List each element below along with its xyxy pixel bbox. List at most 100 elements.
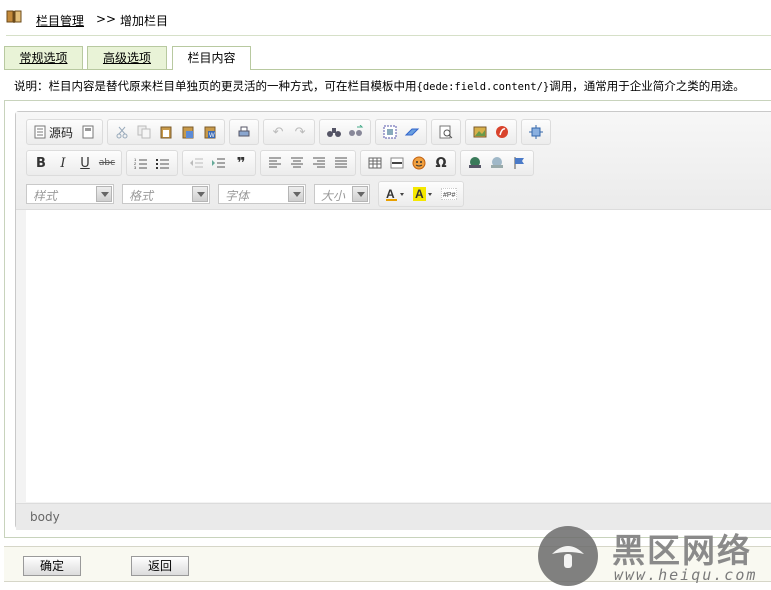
toolbar-group-lists: 123 xyxy=(126,150,178,176)
preview-icon[interactable] xyxy=(435,122,457,142)
tab-category-content[interactable]: 栏目内容 xyxy=(172,46,251,70)
horizontal-rule-icon[interactable] xyxy=(386,153,408,173)
bold-icon[interactable]: B xyxy=(30,153,52,173)
source-icon xyxy=(34,125,46,139)
align-justify-icon[interactable] xyxy=(330,153,352,173)
toolbar-group-colors: A A #P# xyxy=(378,181,464,207)
format-select[interactable]: 格式 xyxy=(122,184,210,204)
align-center-icon[interactable] xyxy=(286,153,308,173)
toolbar-group-align xyxy=(260,150,356,176)
toolbar-group-preview xyxy=(431,119,462,145)
source-button-label: 源码 xyxy=(49,125,74,140)
toolbar-group-insert: Ω xyxy=(360,150,456,176)
align-left-icon[interactable] xyxy=(264,153,286,173)
toolbar-group-clipboard: W xyxy=(107,119,226,145)
remove-format-icon[interactable] xyxy=(401,122,423,142)
ok-button[interactable]: 确定 xyxy=(23,556,81,576)
align-right-icon[interactable] xyxy=(308,153,330,173)
svg-text:W: W xyxy=(209,133,215,139)
image-icon[interactable] xyxy=(469,122,491,142)
cut-icon[interactable] xyxy=(111,122,133,142)
svg-text:A: A xyxy=(386,187,395,201)
templates-icon xyxy=(82,125,94,139)
paste-text-icon[interactable] xyxy=(177,122,199,142)
text-color-icon[interactable]: A xyxy=(382,184,410,204)
table-icon[interactable] xyxy=(364,153,386,173)
style-select-value: 样式 xyxy=(33,189,58,203)
anchor-icon[interactable] xyxy=(508,153,530,173)
blockquote-icon[interactable]: ❞ xyxy=(230,153,252,173)
bullet-list-icon[interactable] xyxy=(152,153,174,173)
ordered-list-icon[interactable]: 123 xyxy=(130,153,152,173)
underline-icon[interactable]: U xyxy=(74,153,96,173)
breadcrumb: 栏目管理 >> 增加栏目 xyxy=(0,0,771,36)
toolbar-group-indent: ❞ xyxy=(182,150,256,176)
link-icon[interactable] xyxy=(464,153,486,173)
editor-content-area[interactable] xyxy=(26,210,771,502)
size-select-value: 大小 xyxy=(321,189,346,203)
outdent-icon[interactable] xyxy=(186,153,208,173)
breadcrumb-separator: >> xyxy=(96,12,117,26)
toolbar-row-3: 样式 格式 字体 大小 A A #P# xyxy=(26,181,468,207)
strikethrough-icon[interactable]: abc xyxy=(96,153,118,173)
tabs-divider xyxy=(4,69,771,70)
undo-icon[interactable]: ↶ xyxy=(267,122,289,142)
tab-label: 常规选项 xyxy=(19,51,68,65)
toolbar-group-basic-styles: B I U abc xyxy=(26,150,122,176)
svg-text:A: A xyxy=(415,187,424,201)
print-icon[interactable] xyxy=(233,122,255,142)
tab-general-options[interactable]: 常规选项 xyxy=(4,46,83,69)
breadcrumb-divider xyxy=(6,35,771,36)
watermark-mushroom-icon xyxy=(552,546,584,568)
font-select-value: 字体 xyxy=(225,189,250,203)
toolbar-group-undo: ↶ ↷ xyxy=(263,119,316,145)
editor-toolbar: 源码 W ↶ ↷ B I U abc 1 2 3 ❞ Ω 样式 格式 字体 大小… xyxy=(16,112,771,210)
breadcrumb-current: 增加栏目 xyxy=(120,14,169,28)
size-select[interactable]: 大小 xyxy=(314,184,370,204)
italic-icon[interactable]: I xyxy=(52,153,74,173)
source-button[interactable]: 源码 xyxy=(30,122,77,142)
select-all-icon[interactable] xyxy=(379,122,401,142)
style-select[interactable]: 样式 xyxy=(26,184,114,204)
toolbar-group-maximize xyxy=(521,119,552,145)
paste-icon[interactable] xyxy=(155,122,177,142)
toolbar-group-document: 源码 xyxy=(26,119,104,145)
element-path[interactable]: body xyxy=(30,510,60,524)
font-select[interactable]: 字体 xyxy=(218,184,306,204)
toolbar-group-find xyxy=(319,119,372,145)
paste-word-icon[interactable]: W xyxy=(199,122,221,142)
watermark-title: 黑区网络 xyxy=(612,531,752,570)
toolbar-group-select xyxy=(375,119,428,145)
flash-icon[interactable] xyxy=(491,122,513,142)
tab-advanced-options[interactable]: 高级选项 xyxy=(87,46,167,69)
toolbar-row-2: B I U abc 123 ❞ Ω xyxy=(26,150,538,176)
find-icon[interactable] xyxy=(323,122,345,142)
chevron-down-icon xyxy=(352,186,368,202)
copy-icon[interactable] xyxy=(133,122,155,142)
note-suffix: 调用，通常用于企业简介之类的用途。 xyxy=(549,79,745,93)
maximize-icon[interactable] xyxy=(525,122,547,142)
special-char-icon[interactable]: Ω xyxy=(430,153,452,173)
svg-text:#P#: #P# xyxy=(443,192,456,199)
book-icon xyxy=(6,10,22,23)
page-break-icon[interactable]: #P# xyxy=(438,184,460,204)
format-select-value: 格式 xyxy=(129,189,154,203)
chevron-down-icon xyxy=(192,186,208,202)
toolbar-group-links xyxy=(460,150,534,176)
note-code: {dede:field.content/} xyxy=(416,81,550,93)
svg-text:3: 3 xyxy=(134,165,137,169)
watermark: 黑区网络 www.heiqu.com xyxy=(538,524,770,586)
redo-icon[interactable]: ↷ xyxy=(289,122,311,142)
indent-icon[interactable] xyxy=(208,153,230,173)
toolbar-group-media xyxy=(465,119,518,145)
back-button[interactable]: 返回 xyxy=(131,556,189,576)
unlink-icon[interactable] xyxy=(486,153,508,173)
tab-label: 高级选项 xyxy=(102,51,151,65)
chevron-down-icon xyxy=(288,186,304,202)
breadcrumb-link-category-management[interactable]: 栏目管理 xyxy=(36,12,84,29)
replace-icon[interactable] xyxy=(345,122,367,142)
rich-text-editor: 源码 W ↶ ↷ B I U abc 1 2 3 ❞ Ω 样式 格式 字体 大小… xyxy=(15,111,771,530)
smiley-icon[interactable] xyxy=(408,153,430,173)
templates-button[interactable] xyxy=(77,122,99,142)
background-color-icon[interactable]: A xyxy=(410,184,438,204)
